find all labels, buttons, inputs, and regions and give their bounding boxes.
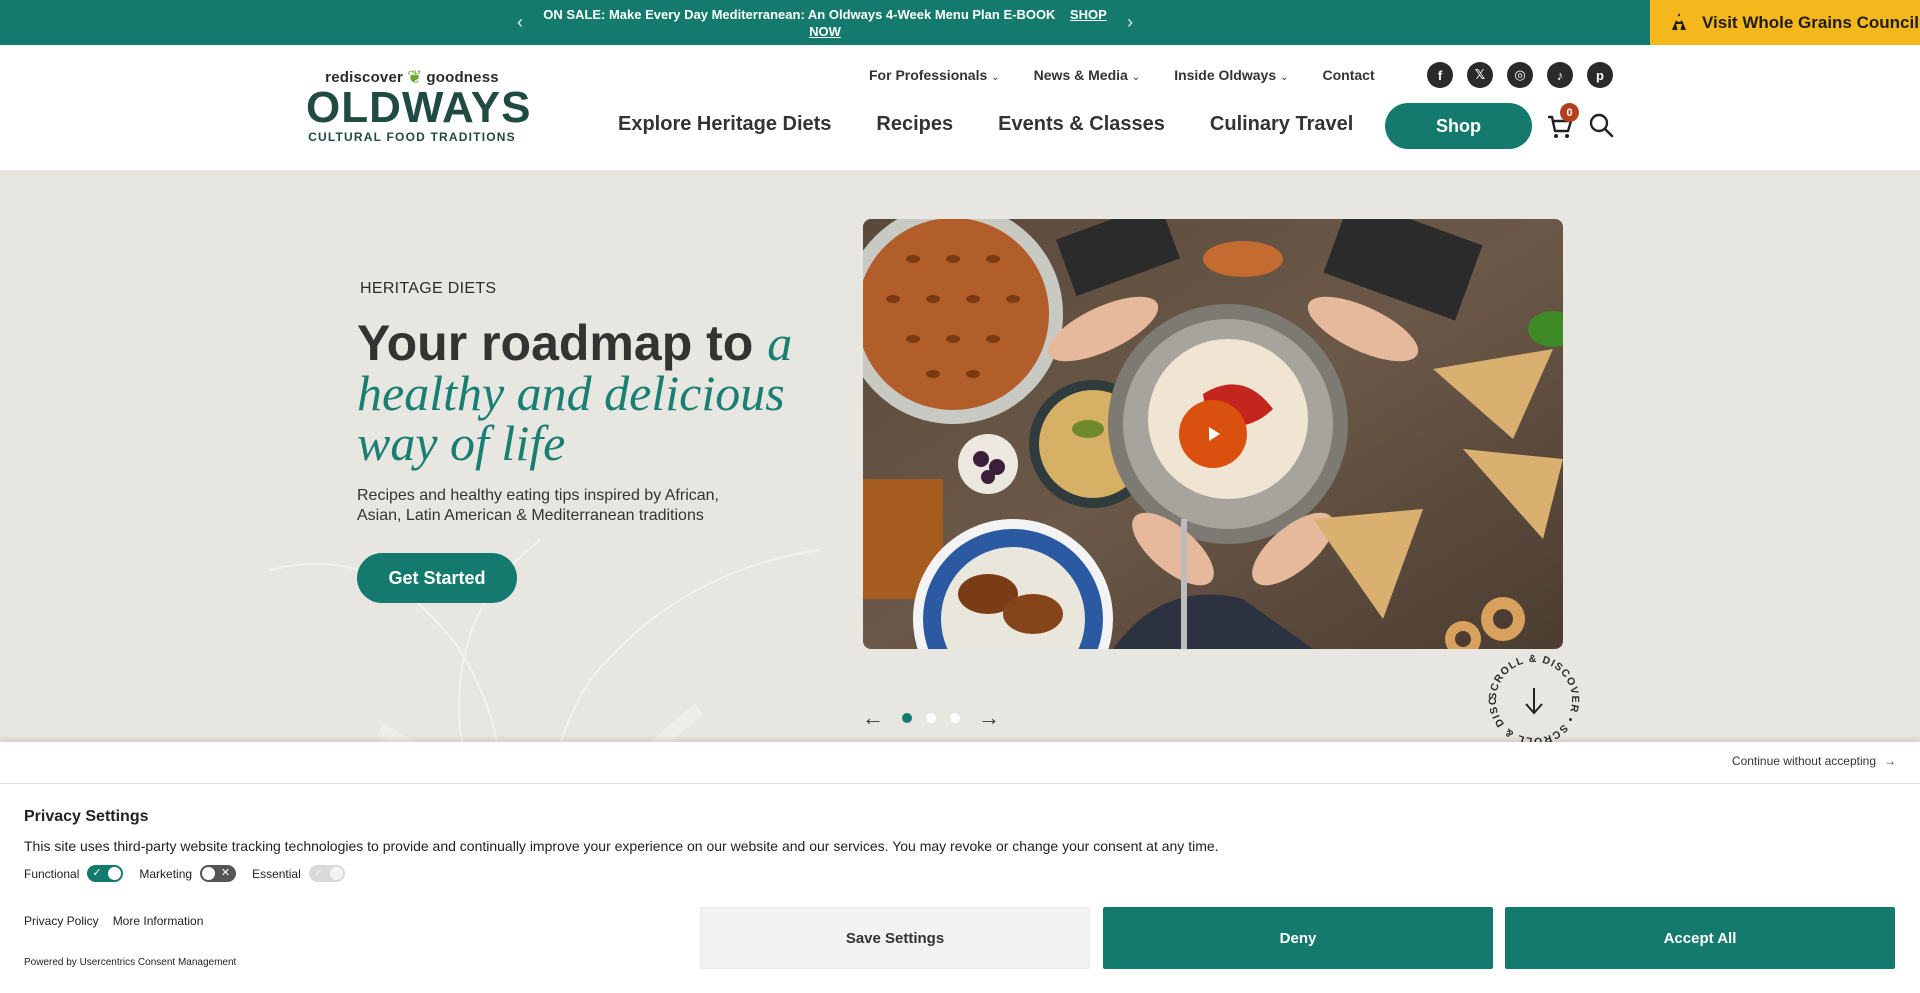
logo-wordmark: OLDWAYS bbox=[306, 83, 532, 132]
util-nav-label: Inside Oldways bbox=[1174, 67, 1277, 83]
main-nav: Explore Heritage Diets Recipes Events & … bbox=[618, 113, 1353, 136]
util-nav-label: News & Media bbox=[1033, 67, 1128, 83]
hero-description: Recipes and healthy eating tips inspired… bbox=[357, 487, 719, 524]
scroll-badge-text: SCROLL & DISCOVER • SCROLL & DISCOVER • bbox=[1482, 648, 1580, 742]
shop-button[interactable]: Shop bbox=[1385, 103, 1532, 149]
wheat-stamp-icon bbox=[1672, 12, 1686, 32]
svg-text:SCROLL & DISCOVER • SCROLL & D: SCROLL & DISCOVER • SCROLL & DISCOVER • bbox=[1482, 648, 1581, 742]
hero-eyebrow: HERITAGE DIETS bbox=[360, 280, 497, 297]
util-nav-inside-oldways[interactable]: Inside Oldways ⌄ bbox=[1174, 67, 1288, 83]
play-icon bbox=[1209, 427, 1220, 441]
announcement-message: ON SALE: Make Every Day Mediterranean: A… bbox=[543, 6, 1056, 22]
oldways-logo[interactable]: rediscover ❦ goodness OLDWAYS CULTURAL F… bbox=[306, 67, 532, 144]
toggle-label: Marketing bbox=[139, 866, 193, 881]
chevron-right-icon[interactable]: › bbox=[1115, 12, 1145, 33]
nav-explore-heritage-diets[interactable]: Explore Heritage Diets bbox=[618, 113, 831, 136]
x-icon: ✕ bbox=[220, 867, 231, 879]
continue-without-accepting-link[interactable]: Continue without accepting → bbox=[1732, 754, 1896, 768]
scroll-discover-badge[interactable]: SCROLL & DISCOVER • SCROLL & DISCOVER • bbox=[1482, 648, 1586, 742]
get-started-button[interactable]: Get Started bbox=[357, 553, 517, 603]
accept-all-button[interactable]: Accept All bbox=[1505, 907, 1895, 969]
nav-events-classes[interactable]: Events & Classes bbox=[998, 113, 1165, 136]
consent-description: This site uses third-party website track… bbox=[24, 838, 1219, 854]
tiktok-icon[interactable]: ♪ bbox=[1547, 62, 1573, 88]
privacy-policy-link[interactable]: Privacy Policy bbox=[24, 914, 99, 928]
toggle-essential: Essential ✓ bbox=[252, 865, 345, 882]
slide-dot-2[interactable] bbox=[926, 713, 936, 723]
logo-subtitle: CULTURAL FOOD TRADITIONS bbox=[308, 130, 516, 144]
chevron-down-icon: ⌄ bbox=[1280, 72, 1289, 83]
switch-knob bbox=[329, 867, 343, 880]
consent-links: Privacy Policy More Information bbox=[24, 914, 203, 928]
search-icon[interactable] bbox=[1588, 112, 1614, 138]
chevron-left-icon[interactable]: ‹ bbox=[505, 12, 535, 33]
slider-controls: ← → bbox=[862, 705, 1000, 731]
toggle-label: Essential bbox=[252, 866, 301, 881]
cart-count-badge: 0 bbox=[1560, 103, 1579, 122]
consent-toggles: Functional ✓ Marketing ✕ Essential ✓ bbox=[24, 865, 345, 882]
arrow-right-icon: → bbox=[1884, 754, 1896, 768]
announcement-bar: ‹ ON SALE: Make Every Day Mediterranean:… bbox=[0, 0, 1920, 45]
facebook-icon[interactable]: f bbox=[1427, 62, 1453, 88]
hero-title-plain: Your roadmap to bbox=[357, 315, 768, 371]
instagram-icon[interactable]: ◎ bbox=[1507, 62, 1533, 88]
marketing-switch[interactable]: ✕ bbox=[200, 865, 237, 882]
util-nav-news-media[interactable]: News & Media ⌄ bbox=[1034, 67, 1141, 83]
switch-knob bbox=[202, 867, 216, 880]
util-nav-label: For Professionals bbox=[869, 67, 988, 83]
site-header: rediscover ❦ goodness OLDWAYS CULTURAL F… bbox=[0, 45, 1920, 170]
consent-topbar: Continue without accepting → bbox=[0, 742, 1920, 784]
play-video-button[interactable] bbox=[1179, 400, 1247, 468]
powered-by: Powered by Usercentrics Consent Manageme… bbox=[24, 957, 237, 968]
nav-culinary-travel[interactable]: Culinary Travel bbox=[1210, 113, 1353, 136]
arrow-left-icon[interactable]: ← bbox=[862, 705, 884, 731]
toggle-marketing[interactable]: Marketing ✕ bbox=[139, 865, 237, 882]
save-settings-button[interactable]: Save Settings bbox=[700, 907, 1090, 969]
nav-recipes[interactable]: Recipes bbox=[876, 113, 953, 136]
util-nav-label: Contact bbox=[1322, 67, 1375, 83]
slide-dot-1[interactable] bbox=[902, 713, 912, 723]
switch-knob bbox=[108, 867, 122, 880]
hero-video[interactable] bbox=[863, 219, 1563, 649]
whole-grains-council-link[interactable]: Visit Whole Grains Council bbox=[1650, 0, 1920, 45]
slide-dot-3[interactable] bbox=[950, 713, 960, 723]
consent-title: Privacy Settings bbox=[24, 808, 149, 825]
announcement-text: ON SALE: Make Every Day Mediterranean: A… bbox=[535, 6, 1115, 40]
essential-switch: ✓ bbox=[308, 865, 345, 882]
toggle-functional[interactable]: Functional ✓ bbox=[24, 865, 124, 882]
hero-section: HERITAGE DIETS Your roadmap to a healthy… bbox=[0, 170, 1920, 742]
functional-switch[interactable]: ✓ bbox=[87, 865, 124, 882]
deny-button[interactable]: Deny bbox=[1103, 907, 1493, 969]
privacy-consent-banner: Continue without accepting → Privacy Set… bbox=[0, 742, 1920, 993]
announcement-carousel: ‹ ON SALE: Make Every Day Mediterranean:… bbox=[500, 0, 1150, 45]
util-nav-contact[interactable]: Contact bbox=[1323, 67, 1375, 83]
chevron-down-icon: ⌄ bbox=[1131, 72, 1141, 83]
slide-dots bbox=[902, 713, 960, 723]
whole-grains-label: Visit Whole Grains Council bbox=[1702, 12, 1919, 32]
toggle-label: Functional bbox=[24, 866, 80, 881]
util-nav-professionals[interactable]: For Professionals ⌄ bbox=[869, 67, 1000, 83]
x-twitter-icon[interactable]: 𝕏 bbox=[1467, 62, 1493, 88]
utility-nav: For Professionals ⌄ News & Media ⌄ Inside … bbox=[869, 67, 1375, 83]
hero-title: Your roadmap to a healthy and delicious … bbox=[357, 318, 817, 468]
check-icon: ✓ bbox=[313, 867, 323, 879]
background-leaf-illustration bbox=[269, 539, 821, 742]
social-links: f 𝕏 ◎ ♪ p bbox=[1427, 62, 1613, 88]
check-icon: ✓ bbox=[92, 867, 102, 879]
pinterest-icon[interactable]: p bbox=[1587, 62, 1613, 88]
continue-label: Continue without accepting bbox=[1731, 754, 1876, 768]
chevron-down-icon: ⌄ bbox=[991, 72, 1000, 83]
arrow-right-icon[interactable]: → bbox=[978, 705, 1000, 731]
more-information-link[interactable]: More Information bbox=[113, 914, 204, 928]
